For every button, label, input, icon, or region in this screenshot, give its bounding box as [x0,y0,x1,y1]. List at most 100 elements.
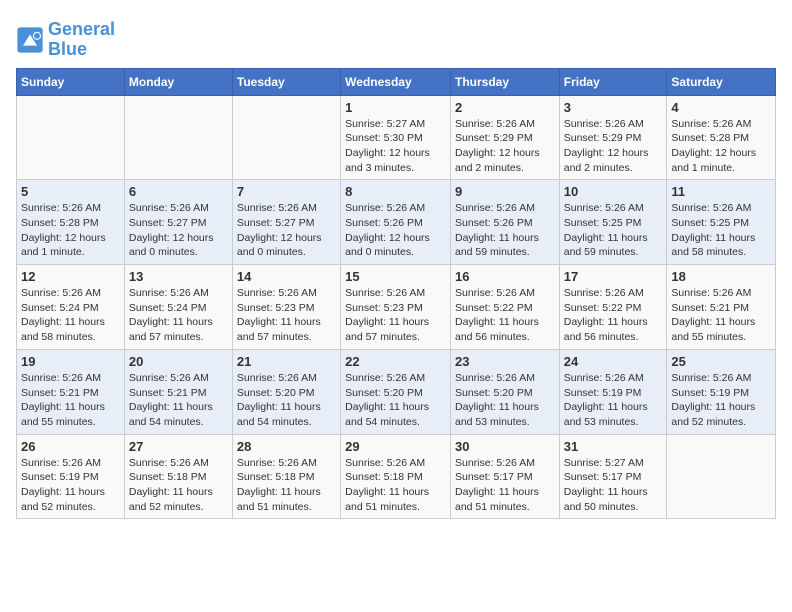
day-info: Sunrise: 5:26 AM Sunset: 5:21 PM Dayligh… [671,286,771,345]
logo-text: General Blue [48,20,115,60]
day-info: Sunrise: 5:26 AM Sunset: 5:23 PM Dayligh… [237,286,336,345]
day-number: 13 [129,269,228,284]
calendar-cell: 2 Sunrise: 5:26 AM Sunset: 5:29 PM Daylig… [450,95,559,180]
calendar-week-row: 26 Sunrise: 5:26 AM Sunset: 5:19 PM Dayli… [17,434,776,519]
calendar-cell: 3 Sunrise: 5:26 AM Sunset: 5:29 PM Daylig… [559,95,667,180]
day-info: Sunrise: 5:26 AM Sunset: 5:22 PM Dayligh… [564,286,663,345]
day-info: Sunrise: 5:26 AM Sunset: 5:24 PM Dayligh… [129,286,228,345]
calendar-cell: 30 Sunrise: 5:26 AM Sunset: 5:17 PM Dayli… [450,434,559,519]
day-info: Sunrise: 5:26 AM Sunset: 5:21 PM Dayligh… [21,371,120,430]
calendar-cell: 7 Sunrise: 5:26 AM Sunset: 5:27 PM Daylig… [232,180,340,265]
weekday-header-thursday: Thursday [450,68,559,95]
calendar-cell [124,95,232,180]
calendar-cell [232,95,340,180]
day-info: Sunrise: 5:26 AM Sunset: 5:27 PM Dayligh… [237,201,336,260]
calendar-cell: 17Sunrise: 5:26 AM Sunset: 5:22 PM Dayli… [559,265,667,350]
calendar-cell: 22Sunrise: 5:26 AM Sunset: 5:20 PM Dayli… [341,349,451,434]
weekday-header-sunday: Sunday [17,68,125,95]
day-info: Sunrise: 5:26 AM Sunset: 5:18 PM Dayligh… [237,456,336,515]
header: General Blue [16,16,776,60]
day-info: Sunrise: 5:26 AM Sunset: 5:27 PM Dayligh… [129,201,228,260]
day-info: Sunrise: 5:26 AM Sunset: 5:25 PM Dayligh… [564,201,663,260]
day-info: Sunrise: 5:26 AM Sunset: 5:26 PM Dayligh… [345,201,446,260]
weekday-header-monday: Monday [124,68,232,95]
day-number: 16 [455,269,555,284]
calendar-cell: 11 Sunrise: 5:26 AM Sunset: 5:25 PM Dayli… [667,180,776,265]
calendar-cell: 5 Sunrise: 5:26 AM Sunset: 5:28 PM Daylig… [17,180,125,265]
day-info: Sunrise: 5:26 AM Sunset: 5:23 PM Dayligh… [345,286,446,345]
calendar-cell: 15 Sunrise: 5:26 AM Sunset: 5:23 PM Dayli… [341,265,451,350]
calendar-cell: 31 Sunrise: 5:27 AM Sunset: 5:17 PM Dayli… [559,434,667,519]
day-info: Sunrise: 5:26 AM Sunset: 5:29 PM Dayligh… [564,117,663,176]
day-number: 28 [237,439,336,454]
calendar-cell: 8 Sunrise: 5:26 AM Sunset: 5:26 PM Daylig… [341,180,451,265]
day-number: 22 [345,354,446,369]
calendar-week-row: 12Sunrise: 5:26 AM Sunset: 5:24 PM Dayli… [17,265,776,350]
day-number: 1 [345,100,446,115]
calendar-cell: 26 Sunrise: 5:26 AM Sunset: 5:19 PM Dayli… [17,434,125,519]
calendar-cell: 9Sunrise: 5:26 AM Sunset: 5:26 PM Daylig… [450,180,559,265]
day-number: 18 [671,269,771,284]
day-info: Sunrise: 5:26 AM Sunset: 5:22 PM Dayligh… [455,286,555,345]
calendar-cell: 4 Sunrise: 5:26 AM Sunset: 5:28 PM Daylig… [667,95,776,180]
day-info: Sunrise: 5:26 AM Sunset: 5:29 PM Dayligh… [455,117,555,176]
day-info: Sunrise: 5:27 AM Sunset: 5:17 PM Dayligh… [564,456,663,515]
calendar-cell: 27Sunrise: 5:26 AM Sunset: 5:18 PM Dayli… [124,434,232,519]
day-info: Sunrise: 5:27 AM Sunset: 5:30 PM Dayligh… [345,117,446,176]
day-number: 21 [237,354,336,369]
calendar-cell: 25 Sunrise: 5:26 AM Sunset: 5:19 PM Dayli… [667,349,776,434]
day-number: 3 [564,100,663,115]
day-number: 25 [671,354,771,369]
calendar-cell: 19 Sunrise: 5:26 AM Sunset: 5:21 PM Dayli… [17,349,125,434]
day-number: 15 [345,269,446,284]
day-number: 2 [455,100,555,115]
day-number: 4 [671,100,771,115]
day-number: 30 [455,439,555,454]
day-info: Sunrise: 5:26 AM Sunset: 5:19 PM Dayligh… [21,456,120,515]
day-info: Sunrise: 5:26 AM Sunset: 5:19 PM Dayligh… [564,371,663,430]
calendar-cell: 29 Sunrise: 5:26 AM Sunset: 5:18 PM Dayli… [341,434,451,519]
weekday-header-friday: Friday [559,68,667,95]
weekday-header-tuesday: Tuesday [232,68,340,95]
day-number: 24 [564,354,663,369]
day-number: 8 [345,184,446,199]
calendar-cell: 14 Sunrise: 5:26 AM Sunset: 5:23 PM Dayli… [232,265,340,350]
day-number: 23 [455,354,555,369]
day-info: Sunrise: 5:26 AM Sunset: 5:25 PM Dayligh… [671,201,771,260]
calendar-cell: 20Sunrise: 5:26 AM Sunset: 5:21 PM Dayli… [124,349,232,434]
day-number: 11 [671,184,771,199]
day-number: 14 [237,269,336,284]
day-number: 5 [21,184,120,199]
calendar-week-row: 1 Sunrise: 5:27 AM Sunset: 5:30 PM Daylig… [17,95,776,180]
calendar-cell: 24 Sunrise: 5:26 AM Sunset: 5:19 PM Dayli… [559,349,667,434]
day-number: 31 [564,439,663,454]
day-number: 7 [237,184,336,199]
calendar-cell: 18 Sunrise: 5:26 AM Sunset: 5:21 PM Dayli… [667,265,776,350]
day-number: 19 [21,354,120,369]
calendar-cell: 13 Sunrise: 5:26 AM Sunset: 5:24 PM Dayli… [124,265,232,350]
day-info: Sunrise: 5:26 AM Sunset: 5:28 PM Dayligh… [671,117,771,176]
day-info: Sunrise: 5:26 AM Sunset: 5:20 PM Dayligh… [237,371,336,430]
day-number: 26 [21,439,120,454]
calendar-cell: 21 Sunrise: 5:26 AM Sunset: 5:20 PM Dayli… [232,349,340,434]
day-info: Sunrise: 5:26 AM Sunset: 5:20 PM Dayligh… [455,371,555,430]
calendar-cell [667,434,776,519]
calendar-cell: 12Sunrise: 5:26 AM Sunset: 5:24 PM Dayli… [17,265,125,350]
calendar-week-row: 19 Sunrise: 5:26 AM Sunset: 5:21 PM Dayli… [17,349,776,434]
logo-icon [16,26,44,54]
calendar-week-row: 5 Sunrise: 5:26 AM Sunset: 5:28 PM Daylig… [17,180,776,265]
day-number: 9 [455,184,555,199]
day-info: Sunrise: 5:26 AM Sunset: 5:18 PM Dayligh… [345,456,446,515]
day-info: Sunrise: 5:26 AM Sunset: 5:28 PM Dayligh… [21,201,120,260]
weekday-header-wednesday: Wednesday [341,68,451,95]
calendar-table: SundayMondayTuesdayWednesdayThursdayFrid… [16,68,776,520]
weekday-header-saturday: Saturday [667,68,776,95]
day-number: 29 [345,439,446,454]
day-info: Sunrise: 5:26 AM Sunset: 5:17 PM Dayligh… [455,456,555,515]
calendar-cell: 23 Sunrise: 5:26 AM Sunset: 5:20 PM Dayli… [450,349,559,434]
weekday-header-row: SundayMondayTuesdayWednesdayThursdayFrid… [17,68,776,95]
calendar-cell: 1 Sunrise: 5:27 AM Sunset: 5:30 PM Daylig… [341,95,451,180]
day-info: Sunrise: 5:26 AM Sunset: 5:19 PM Dayligh… [671,371,771,430]
calendar-cell: 16 Sunrise: 5:26 AM Sunset: 5:22 PM Dayli… [450,265,559,350]
day-number: 20 [129,354,228,369]
